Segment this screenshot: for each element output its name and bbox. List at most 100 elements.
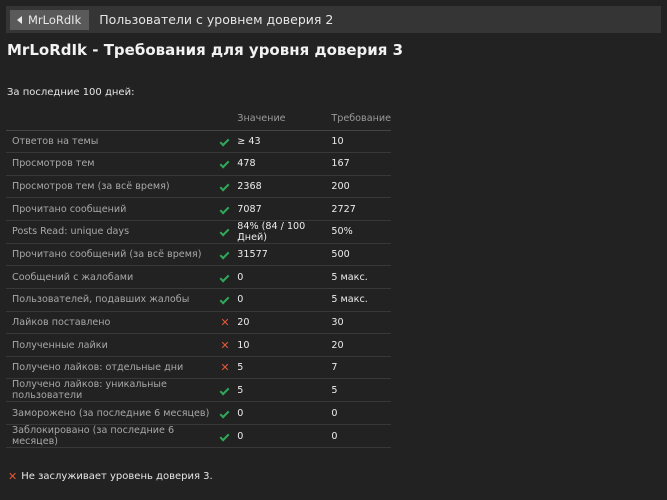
- status-cell: [212, 130, 238, 154]
- requirement-value: 10: [237, 333, 332, 357]
- check-icon: [220, 136, 230, 147]
- requirement-target: 200: [331, 175, 391, 199]
- requirement-value: 0: [237, 401, 332, 426]
- requirement-value: 2368: [237, 175, 332, 199]
- table-row: Получено лайков: отдельные дни ✕ 5 7: [6, 356, 391, 380]
- requirement-target: 50%: [331, 220, 391, 244]
- status-cell: [212, 424, 238, 449]
- requirement-label: Ответов на темы: [6, 130, 213, 154]
- check-icon: [220, 158, 230, 169]
- requirement-value: 5: [237, 356, 332, 380]
- requirement-value: 5: [237, 378, 332, 403]
- requirements-table: Значение Требование Ответов на темы ≥ 43 1…: [6, 108, 391, 449]
- check-icon: [220, 181, 230, 192]
- back-button-label: MrLoRdIk: [28, 12, 82, 27]
- status-cell: [212, 220, 238, 244]
- header-requirement: Требование: [331, 108, 391, 131]
- page-title: MrLoRdIk - Требования для уровня доверия…: [7, 41, 404, 59]
- top-bar: MrLoRdIk Пользователи с уровнем доверия …: [6, 6, 661, 33]
- back-button[interactable]: MrLoRdIk: [10, 9, 90, 30]
- table-header-row: Значение Требование: [6, 108, 391, 131]
- requirement-label: Posts Read: unique days: [6, 220, 213, 244]
- requirement-label: Пользователей, подавших жалобы: [6, 288, 213, 312]
- check-icon: [220, 385, 230, 396]
- requirement-target: 30: [331, 311, 391, 335]
- table-row: Пользователей, подавших жалобы 0 5 макс.: [6, 288, 391, 312]
- requirement-label: Просмотров тем (за всё время): [6, 175, 213, 199]
- requirement-value: 478: [237, 152, 332, 176]
- requirement-label: Получено лайков: уникальные пользователи: [6, 378, 213, 403]
- cross-icon: ✕: [220, 315, 230, 329]
- status-cell: ✕: [212, 311, 238, 335]
- requirement-value: 0: [237, 288, 332, 312]
- back-arrow-icon: [17, 15, 22, 24]
- check-icon: [220, 431, 230, 441]
- table-row: Прочитано сообщений (за всё время) 31577 5…: [6, 243, 391, 267]
- table-row: Полученные лайки ✕ 10 20: [6, 333, 391, 357]
- check-icon: [220, 226, 230, 237]
- requirement-label: Заморожено (за последние 6 месяцев): [6, 401, 213, 426]
- cross-icon: ✕: [220, 361, 230, 375]
- period-label: За последние 100 дней:: [7, 87, 135, 98]
- table-row: Просмотров тем (за всё время) 2368 200: [6, 175, 391, 199]
- status-cell: [212, 152, 238, 176]
- status-cell: [212, 197, 238, 221]
- result-message: ✕ Не заслуживает уровень доверия 3.: [8, 470, 213, 483]
- requirement-target: 500: [331, 243, 391, 267]
- check-icon: [220, 204, 230, 215]
- status-cell: [212, 288, 238, 312]
- table-row: Posts Read: unique days 84% (84 / 100 Дне…: [6, 220, 391, 244]
- cross-icon: ✕: [8, 470, 18, 483]
- status-cell: [212, 175, 238, 199]
- table-row: Сообщений с жалобами 0 5 макс.: [6, 265, 391, 290]
- header-icon-cell: [212, 108, 238, 131]
- table-row: Просмотров тем 478 167: [6, 152, 391, 176]
- check-icon: [220, 272, 230, 283]
- requirement-label: Сообщений с жалобами: [6, 265, 213, 290]
- header-value: Значение: [237, 108, 332, 131]
- requirement-label: Прочитано сообщений (за всё время): [6, 243, 213, 267]
- requirement-target: 20: [331, 333, 391, 357]
- requirement-target: 2727: [331, 197, 391, 221]
- table-row: Прочитано сообщений 7087 2727: [6, 197, 391, 221]
- requirement-label: Получено лайков: отдельные дни: [6, 356, 213, 380]
- requirement-target: 5: [331, 378, 391, 403]
- status-cell: ✕: [212, 356, 238, 380]
- requirement-value: 7087: [237, 197, 332, 221]
- requirement-label: Полученные лайки: [6, 333, 213, 357]
- status-cell: ✕: [212, 333, 238, 357]
- table-row: Заблокировано (за последние 6 месяцев) 0 0: [6, 424, 391, 449]
- cross-icon: ✕: [220, 338, 230, 352]
- result-text: Не заслуживает уровень доверия 3.: [21, 471, 213, 482]
- requirement-target: 0: [331, 401, 391, 426]
- requirement-target: 10: [331, 130, 391, 154]
- requirement-value: 84% (84 / 100 Дней): [237, 220, 332, 244]
- table-row: Получено лайков: уникальные пользователи…: [6, 378, 391, 403]
- requirement-value: 0: [237, 265, 332, 290]
- header-label-cell: [6, 108, 213, 131]
- topbar-title: Пользователи с уровнем доверия 2: [99, 12, 334, 27]
- requirement-value: 31577: [237, 243, 332, 267]
- requirement-label: Лайков поставлено: [6, 311, 213, 335]
- requirement-target: 5 макс.: [331, 288, 391, 312]
- requirement-label: Заблокировано (за последние 6 месяцев): [6, 424, 213, 449]
- requirement-target: 5 макс.: [331, 265, 391, 290]
- requirement-target: 167: [331, 152, 391, 176]
- check-icon: [220, 294, 230, 305]
- status-cell: [212, 265, 238, 290]
- requirement-value: ≥ 43: [237, 130, 332, 154]
- requirement-target: 7: [331, 356, 391, 380]
- table-row: Ответов на темы ≥ 43 10: [6, 130, 391, 154]
- requirement-target: 0: [331, 424, 391, 449]
- requirement-value: 0: [237, 424, 332, 449]
- requirement-label: Прочитано сообщений: [6, 197, 213, 221]
- status-cell: [212, 401, 238, 426]
- status-cell: [212, 243, 238, 267]
- check-icon: [220, 408, 230, 419]
- table-row: Заморожено (за последние 6 месяцев) 0 0: [6, 401, 391, 426]
- status-cell: [212, 378, 238, 403]
- requirement-label: Просмотров тем: [6, 152, 213, 176]
- check-icon: [220, 249, 230, 260]
- table-row: Лайков поставлено ✕ 20 30: [6, 311, 391, 335]
- requirement-value: 20: [237, 311, 332, 335]
